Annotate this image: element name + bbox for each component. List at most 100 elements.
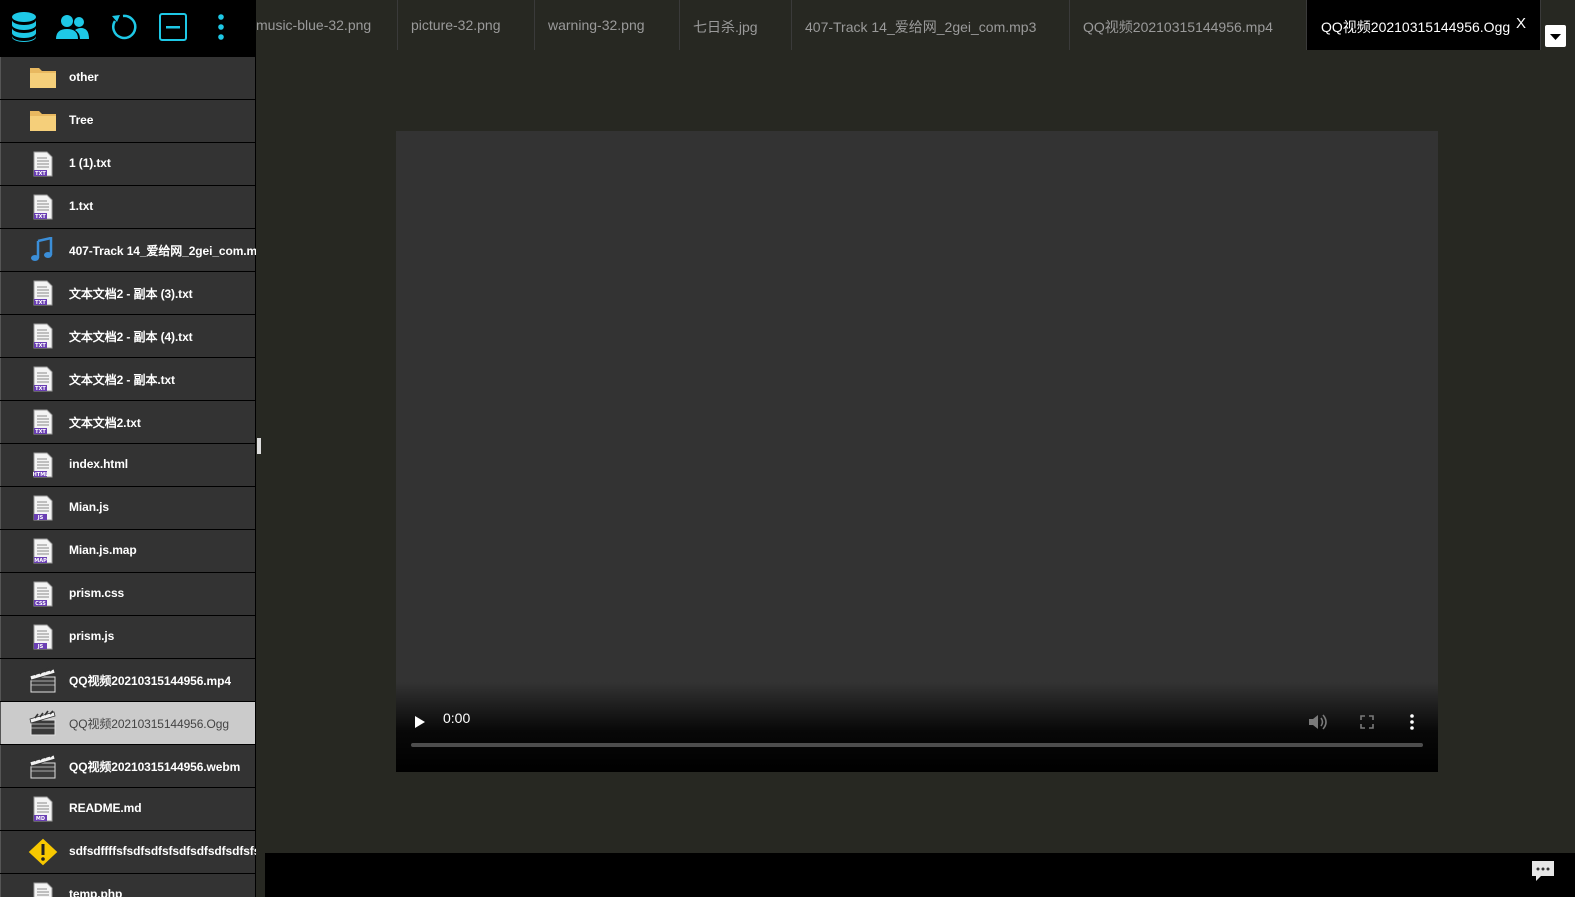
tab-warning[interactable]: warning-32.png <box>535 0 680 50</box>
tab-label: music-blue-32.png <box>256 17 372 33</box>
tab-music-blue[interactable]: music-blue-32.png <box>256 0 398 50</box>
file-list-item[interactable]: TXT 1.txt <box>0 186 255 228</box>
md-file-icon: MD <box>32 796 60 822</box>
tab-list-dropdown-button[interactable] <box>1545 25 1566 47</box>
svg-text:CSS: CSS <box>35 601 46 607</box>
tab-mp4[interactable]: QQ视频20210315144956.mp4 <box>1070 0 1307 50</box>
txt-file-icon: TXT <box>32 323 60 349</box>
tab-image-jpg[interactable]: 七日杀.jpg <box>680 0 792 50</box>
file-name-label: Tree <box>69 113 94 127</box>
file-name-label: README.md <box>69 801 142 815</box>
folder-icon <box>29 108 57 134</box>
tab-label: picture-32.png <box>411 17 501 33</box>
file-list-item[interactable]: CSS prism.css <box>0 573 255 615</box>
file-list-item[interactable]: QQ视频20210315144956.Ogg <box>0 702 255 744</box>
js-file-icon: JS <box>32 624 60 650</box>
volume-icon[interactable] <box>1308 714 1328 730</box>
txt-file-icon: TXT <box>32 280 60 306</box>
svg-text:MAP: MAP <box>34 558 47 564</box>
file-name-label: 文本文档2 - 副本 (4).txt <box>69 330 193 344</box>
file-name-label: 1.txt <box>69 199 94 213</box>
tab-bar: music-blue-32.png picture-32.png warning… <box>256 0 1575 50</box>
file-name-label: index.html <box>69 457 129 471</box>
tab-label: 407-Track 14_爱给网_2gei_com.mp3 <box>805 19 1037 35</box>
file-list: other Tree TXT 1 (1).txt TXT 1.txt 407-Track 1… <box>0 57 256 897</box>
refresh-icon[interactable] <box>106 10 140 44</box>
txt-file-icon: TXT <box>32 409 60 435</box>
file-list-item[interactable]: MAP Mian.js.map <box>0 530 255 572</box>
file-name-label: temp.php <box>69 887 123 897</box>
file-list-item[interactable]: HTML index.html <box>0 444 255 486</box>
php-file-icon: PHP <box>32 882 60 897</box>
file-list-item[interactable]: TXT 文本文档2 - 副本 (4).txt <box>0 315 255 357</box>
file-name-label: 文本文档2 - 副本.txt <box>69 373 175 387</box>
warning-icon <box>27 837 59 867</box>
file-list-item[interactable]: JS Mian.js <box>0 487 255 529</box>
tab-label: QQ视频20210315144956.Ogg <box>1321 19 1511 35</box>
file-name-label: Mian.js <box>69 500 109 514</box>
video-file-icon <box>29 710 57 736</box>
tab-mp3[interactable]: 407-Track 14_爱给网_2gei_com.mp3 <box>792 0 1070 50</box>
file-list-item[interactable]: MD README.md <box>0 788 255 830</box>
sidebar-resize-handle[interactable] <box>257 438 261 454</box>
file-list-item[interactable]: TXT 1 (1).txt <box>0 143 255 185</box>
file-name-label: 407-Track 14_爱给网_2gei_com.mp3 <box>69 244 256 258</box>
tab-label: warning-32.png <box>548 17 645 33</box>
js-file-icon: JS <box>32 495 60 521</box>
file-name-label: prism.js <box>69 629 115 643</box>
more-vert-icon[interactable] <box>204 10 238 44</box>
file-list-item[interactable]: TXT 文本文档2.txt <box>0 401 255 443</box>
video-file-icon <box>29 667 57 693</box>
file-name-label: QQ视频20210315144956.mp4 <box>69 674 231 688</box>
video-more-icon[interactable] <box>1409 714 1415 730</box>
svg-text:TXT: TXT <box>35 300 46 306</box>
svg-text:TXT: TXT <box>35 343 46 349</box>
file-name-label: QQ视频20210315144956.webm <box>69 760 241 774</box>
play-icon[interactable] <box>414 715 426 729</box>
file-list-item[interactable]: other <box>0 57 255 99</box>
txt-file-icon: TXT <box>32 194 60 220</box>
file-name-label: Mian.js.map <box>69 543 137 557</box>
file-list-item[interactable]: QQ视频20210315144956.webm <box>0 745 255 787</box>
file-list-item[interactable]: 407-Track 14_爱给网_2gei_com.mp3 <box>0 229 256 271</box>
video-file-icon <box>29 753 57 779</box>
tab-ogg-active[interactable]: QQ视频20210315144956.Ogg X <box>1307 0 1541 50</box>
file-list-item[interactable]: PHP temp.php <box>0 874 255 897</box>
file-name-label: QQ视频20210315144956.Ogg <box>69 717 229 731</box>
time-display: 0:00 <box>443 710 471 726</box>
tab-label: 七日杀.jpg <box>693 19 758 35</box>
bottom-bar <box>265 853 1575 897</box>
svg-text:MD: MD <box>36 816 45 822</box>
file-list-item[interactable]: QQ视频20210315144956.mp4 <box>0 659 255 701</box>
folder-icon <box>29 65 57 91</box>
css-file-icon: CSS <box>32 581 60 607</box>
database-icon[interactable] <box>7 10 41 44</box>
html-file-icon: HTML <box>32 452 60 478</box>
video-player[interactable]: 0:00 <box>396 131 1438 772</box>
file-list-item[interactable]: JS prism.js <box>0 616 255 658</box>
video-progress-bar[interactable] <box>411 743 1423 747</box>
caret-down-icon <box>1550 34 1561 40</box>
file-list-item[interactable]: TXT 文本文档2 - 副本.txt <box>0 358 255 400</box>
file-name-label: 文本文档2.txt <box>69 416 141 430</box>
tab-label: QQ视频20210315144956.mp4 <box>1083 19 1273 35</box>
tab-picture[interactable]: picture-32.png <box>398 0 535 50</box>
file-name-label: 文本文档2 - 副本 (3).txt <box>69 287 193 301</box>
collapse-icon[interactable] <box>156 10 190 44</box>
map-file-icon: MAP <box>32 538 60 564</box>
svg-text:TXT: TXT <box>35 171 46 177</box>
file-list-item[interactable]: TXT 文本文档2 - 副本 (3).txt <box>0 272 255 314</box>
file-list-item[interactable]: Tree <box>0 100 255 142</box>
users-icon[interactable] <box>55 10 89 44</box>
chat-icon[interactable] <box>1530 859 1556 883</box>
file-name-label: prism.css <box>69 586 125 600</box>
file-sidebar: other Tree TXT 1 (1).txt TXT 1.txt 407-Track 1… <box>0 0 256 897</box>
fullscreen-icon[interactable] <box>1360 715 1374 729</box>
file-name-label: 1 (1).txt <box>69 156 111 170</box>
svg-text:JS: JS <box>37 515 44 521</box>
svg-text:JS: JS <box>37 644 44 650</box>
txt-file-icon: TXT <box>32 366 60 392</box>
tab-close-button[interactable]: X <box>1516 15 1526 32</box>
txt-file-icon: TXT <box>32 151 60 177</box>
file-list-item[interactable]: sdfsdffffsfsdfsdfsfsdfsdfsdfsdfsfsdfsdfs… <box>0 831 256 873</box>
